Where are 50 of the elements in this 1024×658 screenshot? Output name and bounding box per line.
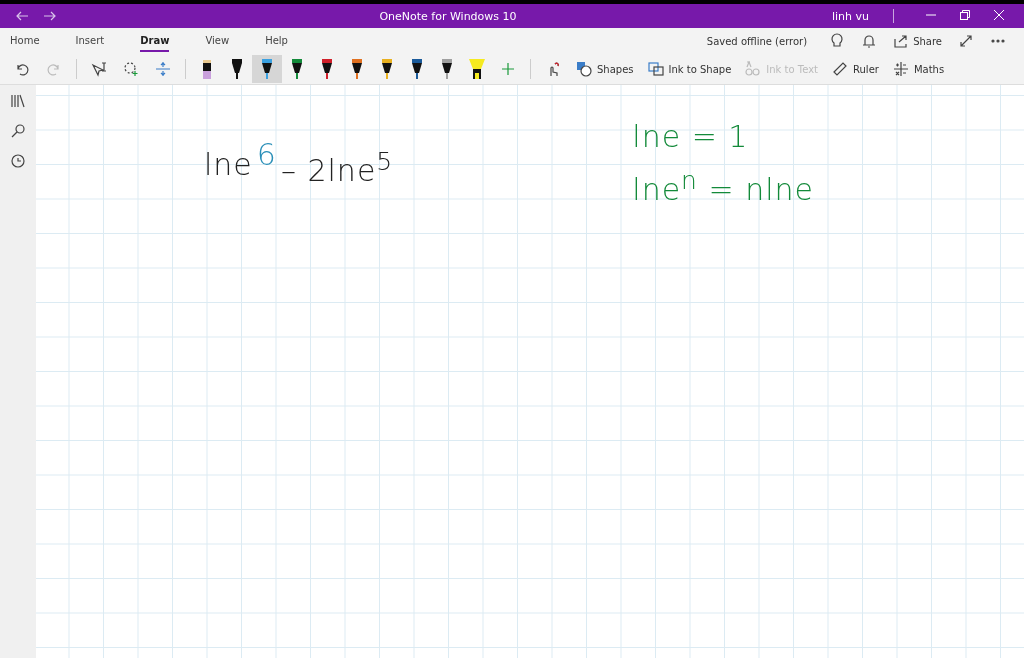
tool-button[interactable]: Ink to Shape [640, 61, 739, 77]
notebooks-icon [10, 93, 26, 109]
ribbon-tab[interactable]: Help [265, 30, 288, 52]
window-title: OneNote for Windows 10 [378, 9, 518, 23]
highlighter-icon [469, 59, 485, 79]
redo-icon [46, 61, 62, 77]
search-icon [10, 123, 26, 139]
pen-icon [409, 59, 425, 79]
save-status: Saved offline (error) [706, 35, 808, 47]
maths-icon [892, 61, 909, 77]
restore-icon [960, 10, 970, 20]
undo-icon [14, 61, 30, 77]
shapes-icon [576, 61, 592, 77]
cursor-text-icon [91, 61, 107, 77]
ink-to-shape-icon [647, 61, 664, 77]
add-space-icon [155, 61, 171, 77]
back-arrow-icon [16, 11, 28, 21]
share-button[interactable]: Share [885, 33, 950, 49]
lightbulb-icon [829, 33, 846, 49]
ruler-icon [832, 61, 849, 77]
close-icon [994, 10, 1004, 20]
ribbon-tab[interactable]: View [205, 30, 230, 52]
pen-icon [229, 59, 245, 79]
handwritten-ink: 6 [256, 137, 277, 172]
pen-icon [349, 59, 365, 79]
pen-icon [439, 59, 455, 79]
handwritten-ink: – 2lne$^{5}$ [280, 147, 394, 188]
lasso-plus-icon [123, 61, 139, 77]
plus-icon [500, 61, 516, 77]
tool-button[interactable]: Maths [885, 61, 952, 77]
handwritten-ink: lne = 1 [632, 119, 750, 154]
tool-button[interactable]: Ruler [825, 61, 886, 77]
pen-icon [319, 59, 335, 79]
forward-arrow-icon [44, 11, 56, 21]
pen-icon [379, 59, 395, 79]
ink-to-text-icon [745, 61, 762, 77]
ribbon-tab[interactable]: Home [10, 30, 40, 52]
ribbon-tab[interactable]: Insert [75, 30, 105, 52]
expand-icon [958, 33, 974, 49]
ribbon-tab[interactable]: Draw [140, 30, 170, 52]
bell-icon [861, 33, 878, 49]
recent-clock-icon [10, 153, 26, 169]
pen-icon [259, 59, 275, 79]
handwritten-ink: lne [204, 147, 253, 182]
pen-icon [289, 59, 305, 79]
tool-button[interactable]: Shapes [569, 61, 641, 77]
user-name: linh vu [831, 9, 869, 23]
pen-button[interactable] [252, 55, 282, 83]
handwritten-ink: lne$^{n}$ = nlne [632, 166, 814, 207]
share-icon [893, 33, 910, 49]
